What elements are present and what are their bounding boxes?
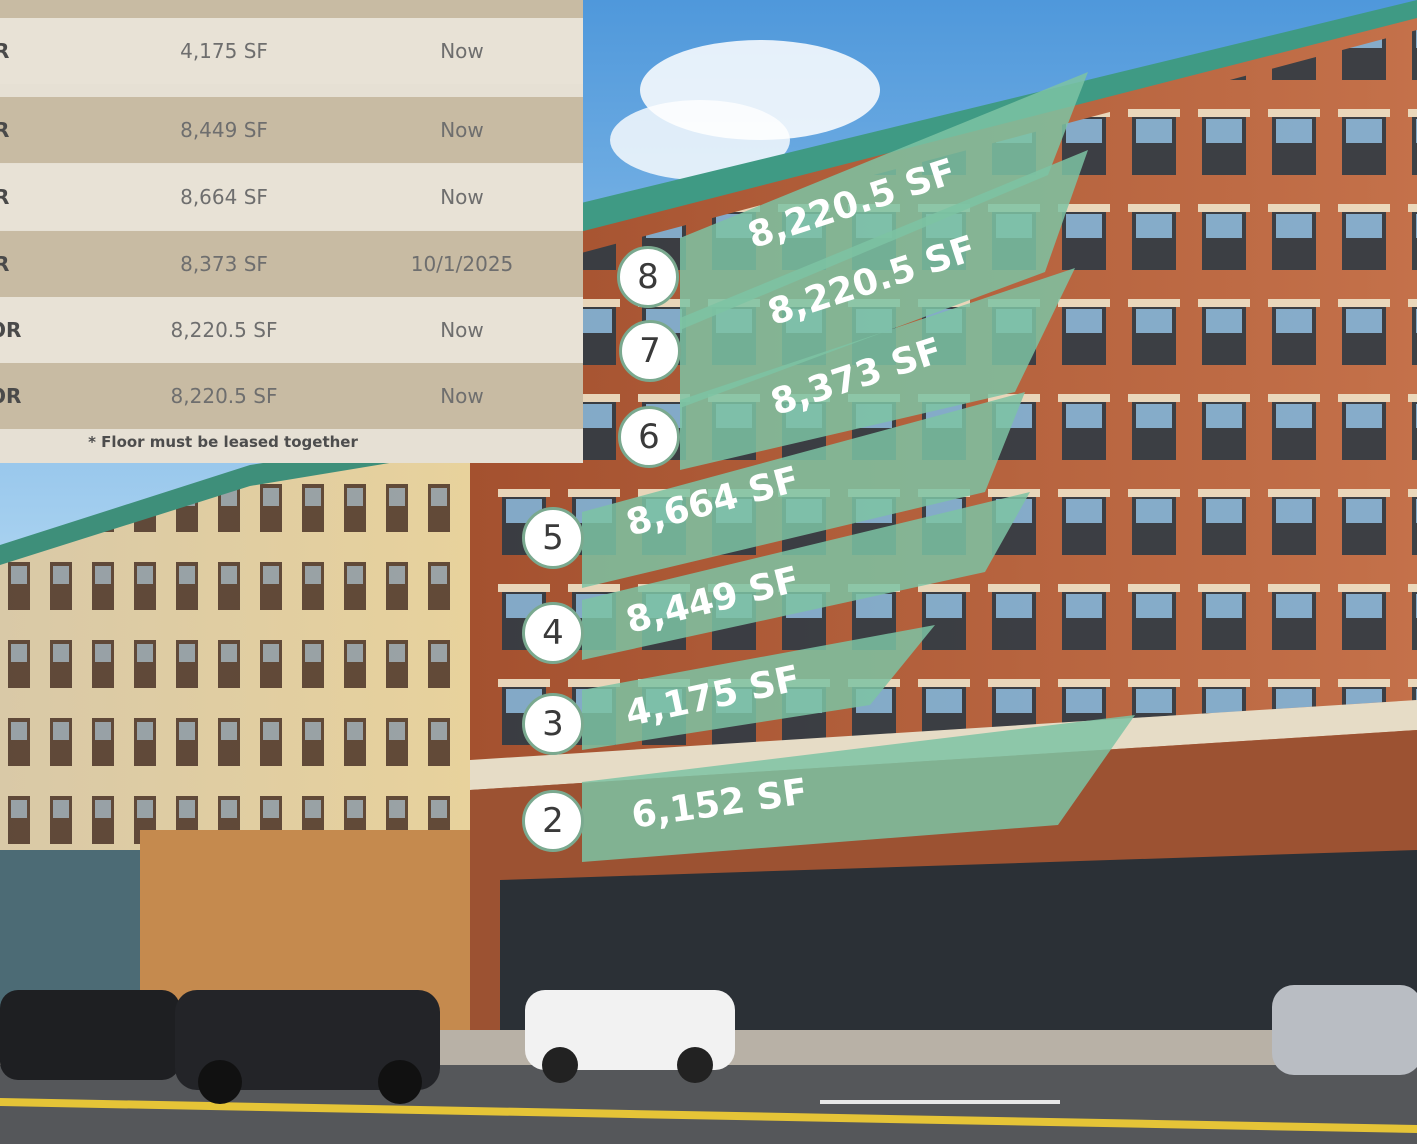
size-cell: 8,373 SF [180, 252, 268, 276]
table-footnote: * Floor must be leased together [88, 433, 358, 451]
car-wheel [677, 1047, 713, 1083]
floor-badge-2: 2 [522, 790, 584, 852]
availability-cell: Now [440, 118, 484, 142]
size-cell: 8,449 SF [180, 118, 268, 142]
car-wheel [198, 1060, 242, 1104]
table-row: OOR 8,449 SF Now [0, 97, 583, 163]
availability-cell: Now [440, 185, 484, 209]
car [0, 990, 180, 1080]
car [1272, 985, 1417, 1075]
size-cell: 4,175 SF [180, 39, 268, 63]
floor-cell: OOR [0, 185, 10, 209]
availability-cell: Now [440, 39, 484, 63]
table-row [0, 0, 583, 18]
table-row: OOR 8,664 SF Now [0, 164, 583, 230]
floor-badge-5: 5 [522, 507, 584, 569]
availability-cell: Now [440, 384, 484, 408]
floor-cell: OOR [0, 118, 10, 142]
floor-badge-4: 4 [522, 602, 584, 664]
availability-table: OOR 4,175 SF Now OOR 8,449 SF Now OOR 8,… [0, 0, 583, 463]
street-dash [820, 1100, 1060, 1104]
availability-cell: 10/1/2025 [410, 252, 514, 276]
floor-cell: OOR [0, 252, 10, 276]
table-row: LOOR 8,220.5 SF Now [0, 363, 583, 429]
floor-cell: LOOR [0, 318, 22, 342]
size-cell: 8,664 SF [180, 185, 268, 209]
car-wheel [542, 1047, 578, 1083]
floor-badge-6: 6 [618, 406, 680, 468]
size-cell: 8,220.5 SF [170, 318, 278, 342]
floor-cell: OOR [0, 39, 10, 63]
car-wheel [378, 1060, 422, 1104]
table-row: OOR 4,175 SF Now [0, 18, 583, 84]
table-row: LOOR 8,220.5 SF Now [0, 297, 583, 363]
floor-cell: LOOR [0, 384, 22, 408]
floor-badge-3: 3 [522, 693, 584, 755]
size-cell: 8,220.5 SF [170, 384, 278, 408]
floor-badge-7: 7 [619, 320, 681, 382]
table-row: OOR 8,373 SF 10/1/2025 [0, 231, 583, 297]
floor-badge-8: 8 [617, 246, 679, 308]
availability-cell: Now [440, 318, 484, 342]
